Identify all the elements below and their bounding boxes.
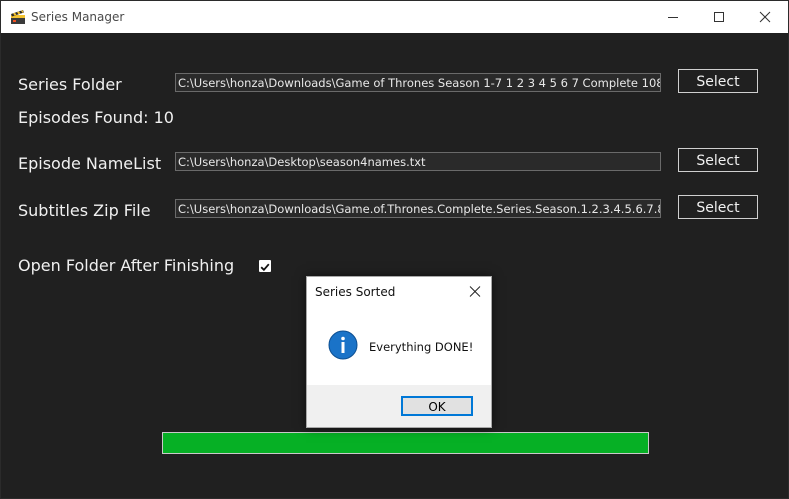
maximize-icon: [714, 12, 724, 22]
dialog-title: Series Sorted: [315, 285, 396, 299]
main-content: Series Folder C:\Users\honza\Downloads\G…: [1, 33, 788, 498]
minimize-button[interactable]: [650, 1, 696, 33]
ok-button[interactable]: OK: [401, 396, 473, 416]
episodes-found-text: Episodes Found:: [18, 108, 149, 127]
progress-bar-fill: [163, 433, 648, 453]
series-folder-select-button[interactable]: Select: [678, 69, 758, 93]
series-folder-field[interactable]: C:\Users\honza\Downloads\Game of Thrones…: [175, 73, 661, 92]
checkmark-icon: [260, 263, 270, 272]
minimize-icon: [668, 17, 678, 18]
main-window: Series Manager Series Folder C:\Users\ho…: [0, 0, 789, 499]
maximize-button[interactable]: [696, 1, 742, 33]
subtitles-select-button[interactable]: Select: [678, 195, 758, 219]
dialog-message: Everything DONE!: [369, 340, 474, 354]
subtitles-label: Subtitles Zip File: [18, 201, 151, 220]
clapperboard-icon: [10, 9, 26, 25]
dialog-close-button[interactable]: [465, 283, 485, 301]
close-icon: [469, 286, 481, 297]
message-dialog: Series Sorted Everything DONE! OK: [306, 276, 492, 428]
namelist-field[interactable]: C:\Users\honza\Desktop\season4names.txt: [175, 152, 661, 171]
open-folder-checkbox[interactable]: [259, 260, 271, 272]
namelist-select-button[interactable]: Select: [678, 148, 758, 172]
episodes-found-count: 10: [153, 108, 174, 127]
episodes-found-label: Episodes Found: 10: [18, 108, 174, 127]
series-folder-label: Series Folder: [18, 75, 122, 94]
namelist-label: Episode NameList: [18, 154, 162, 173]
subtitles-field[interactable]: C:\Users\honza\Downloads\Game.of.Thrones…: [175, 199, 661, 218]
window-title: Series Manager: [31, 10, 125, 24]
dialog-footer: OK: [307, 385, 491, 427]
open-folder-label: Open Folder After Finishing: [18, 256, 235, 275]
progress-bar: [162, 432, 649, 454]
info-icon: [328, 330, 358, 360]
close-icon: [759, 11, 771, 23]
title-bar: Series Manager: [1, 1, 788, 33]
close-button[interactable]: [742, 1, 788, 33]
